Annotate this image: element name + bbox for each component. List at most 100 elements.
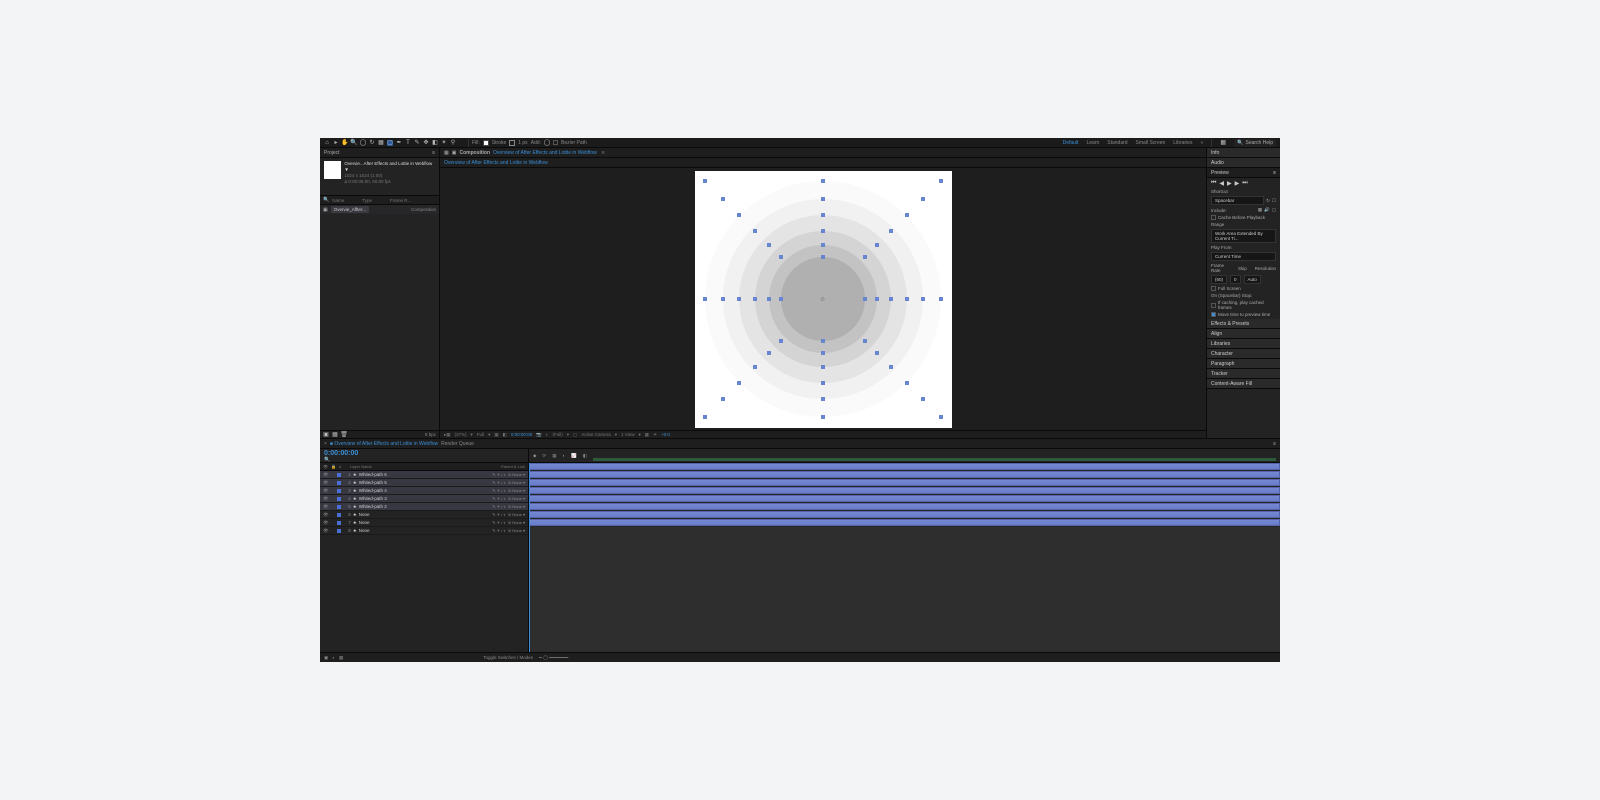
- comp-thumbnail[interactable]: [324, 161, 341, 179]
- libraries-panel-header[interactable]: Libraries: [1207, 339, 1280, 349]
- camera-dropdown[interactable]: Active Camera: [581, 432, 611, 437]
- timeline-menu-icon[interactable]: ≡: [1273, 441, 1276, 447]
- view-dropdown[interactable]: 1 View: [621, 432, 634, 437]
- layer-track[interactable]: [529, 487, 1280, 495]
- last-frame-icon[interactable]: ⏭: [1242, 180, 1247, 187]
- tl-footer-icon3[interactable]: ▦: [339, 655, 343, 661]
- col-fr[interactable]: Frame R...: [390, 198, 411, 203]
- exposure-icon[interactable]: ☀: [653, 432, 657, 438]
- include-overlay-icon[interactable]: ▢: [1272, 207, 1276, 213]
- layer-row[interactable]: 👁1★Whited-path 6✎ ✴ / ◐⊘ None ▾: [320, 471, 528, 479]
- layer-track[interactable]: [529, 519, 1280, 527]
- bit-depth[interactable]: 8 bpc: [425, 432, 436, 437]
- layer-row[interactable]: 👁3★Whited-path 4✎ ✴ / ◐⊘ None ▾: [320, 487, 528, 495]
- timeline-lock-icon[interactable]: ×: [324, 441, 327, 447]
- snapshot-icon[interactable]: 📷: [536, 432, 542, 438]
- workspace-standard[interactable]: Standard: [1107, 140, 1127, 146]
- res-dropdown[interactable]: Full: [477, 432, 484, 437]
- shortcut-dropdown[interactable]: Spacebar: [1211, 196, 1264, 205]
- layer-track[interactable]: [529, 463, 1280, 471]
- prev-frame-icon[interactable]: ◀: [1219, 180, 1224, 187]
- project-tab[interactable]: Project: [324, 150, 340, 156]
- eraser-tool-icon[interactable]: ◧: [432, 140, 438, 146]
- new-folder-icon[interactable]: ▣: [323, 432, 329, 438]
- frame-blend-icon[interactable]: ▦: [552, 453, 556, 459]
- trash-icon[interactable]: 🗑: [341, 432, 347, 438]
- pen-tool-icon[interactable]: ✒: [396, 140, 402, 146]
- tl-footer-icon1[interactable]: ▣: [324, 655, 328, 661]
- layer-row[interactable]: 👁4★Whited-path 3✎ ✴ / ◐⊘ None ▾: [320, 495, 528, 503]
- roto-tool-icon[interactable]: ✴: [441, 140, 447, 146]
- exposure-value[interactable]: +0.0: [661, 432, 670, 437]
- playhead[interactable]: [529, 463, 530, 652]
- comp-tab-name[interactable]: Overview of After Effects and Lottie in …: [493, 150, 597, 156]
- search-help[interactable]: 🔍 Search Help: [1234, 139, 1276, 147]
- stroke-width[interactable]: 1 px: [518, 140, 527, 146]
- layer-row[interactable]: 👁8★None✎ ✴ / ◐⊘ None ▾: [320, 527, 528, 535]
- puppet-tool-icon[interactable]: ⚲: [450, 140, 456, 146]
- orbit-tool-icon[interactable]: ◯: [360, 140, 366, 146]
- brush-tool-icon[interactable]: ✎: [414, 140, 420, 146]
- col-name[interactable]: Name: [332, 198, 344, 203]
- composition-viewer[interactable]: ⊕: [440, 168, 1206, 430]
- eye-header-icon[interactable]: 👁: [323, 464, 328, 469]
- workspace-libraries[interactable]: Libraries: [1173, 140, 1192, 146]
- graph-icon[interactable]: 📈: [571, 453, 577, 459]
- fill-swatch[interactable]: [483, 140, 489, 146]
- playfrom-dropdown[interactable]: Current Time: [1211, 252, 1276, 261]
- mute-icon[interactable]: ☐: [1272, 198, 1276, 204]
- include-video-icon[interactable]: ▦: [1258, 207, 1262, 213]
- layer-row[interactable]: 👁5★Whited-path 2✎ ✴ / ◐⊘ None ▾: [320, 503, 528, 511]
- workspace-small[interactable]: Small Screen: [1136, 140, 1166, 146]
- canvas[interactable]: ⊕: [695, 171, 952, 428]
- fullscreen-checkbox[interactable]: [1211, 286, 1216, 291]
- view-preset-icon[interactable]: ▦: [645, 432, 649, 438]
- info-panel-header[interactable]: Info: [1207, 148, 1280, 158]
- layer-track[interactable]: [529, 471, 1280, 479]
- movetime-checkbox[interactable]: [1211, 312, 1216, 317]
- clone-tool-icon[interactable]: ✥: [423, 140, 429, 146]
- layer-track[interactable]: [529, 479, 1280, 487]
- layer-row[interactable]: 👁7★None✎ ✴ / ◐⊘ None ▾: [320, 519, 528, 527]
- render-queue-tab[interactable]: Render Queue: [441, 441, 474, 447]
- skip-dropdown[interactable]: 0: [1230, 275, 1241, 284]
- motion-blur-icon[interactable]: ◐: [563, 453, 566, 458]
- audio-panel-header[interactable]: Audio: [1207, 158, 1280, 168]
- layer-row[interactable]: 👁6★None✎ ✴ / ◐⊘ None ▾: [320, 511, 528, 519]
- track-area[interactable]: [529, 463, 1280, 652]
- workspace-more-icon[interactable]: »: [1200, 140, 1203, 146]
- loop-icon[interactable]: ↻: [1266, 198, 1270, 204]
- mask-icon[interactable]: ◧: [503, 432, 507, 438]
- layer-track[interactable]: [529, 511, 1280, 519]
- shy-icon[interactable]: ⟳: [542, 453, 546, 459]
- timeline-tab[interactable]: ■ Overview of After Effects and Lottie i…: [330, 441, 438, 447]
- home-icon[interactable]: ⌂: [324, 140, 330, 146]
- workspace-learn[interactable]: Learn: [1086, 140, 1099, 146]
- preview-menu-icon[interactable]: ≡: [1273, 170, 1276, 176]
- comp-marker-icon[interactable]: ◆: [533, 453, 536, 459]
- new-comp-icon[interactable]: ▦: [332, 432, 338, 438]
- tracker-panel-header[interactable]: Tracker: [1207, 369, 1280, 379]
- zoom-level[interactable]: (37%): [455, 432, 467, 437]
- project-search-icon[interactable]: 🔍: [323, 197, 329, 203]
- cache-checkbox[interactable]: [1211, 215, 1216, 220]
- preview-panel-header[interactable]: Preview: [1211, 170, 1229, 176]
- grid-icon[interactable]: ▦: [494, 432, 498, 438]
- add-dropdown-icon[interactable]: ◯: [544, 140, 550, 146]
- framerate-dropdown[interactable]: (60): [1211, 275, 1227, 284]
- camera-tool-icon[interactable]: ▦: [378, 140, 384, 146]
- toggle-switches[interactable]: Toggle Switches / Modes: [483, 655, 533, 661]
- layer-row[interactable]: 👁2★Whited-path 5✎ ✴ / ◐⊘ None ▾: [320, 479, 528, 487]
- effects-panel-header[interactable]: Effects & Presets: [1207, 319, 1280, 329]
- bezier-checkbox[interactable]: [553, 140, 558, 145]
- lock-header-icon[interactable]: 🔒: [331, 464, 336, 469]
- viewer-full[interactable]: (Full): [552, 432, 562, 437]
- draft3d-icon[interactable]: ◧: [583, 453, 587, 459]
- selection-tool-icon[interactable]: ▸: [333, 140, 339, 146]
- range-dropdown[interactable]: Work Area Extended By Current Ti...: [1211, 229, 1276, 243]
- timecode[interactable]: 0:00:00:00: [324, 450, 524, 457]
- source-panel-icon[interactable]: ▣: [452, 150, 457, 156]
- cached-checkbox[interactable]: [1211, 303, 1216, 308]
- next-frame-icon[interactable]: ▶: [1235, 180, 1240, 187]
- channel-icon[interactable]: ◐: [546, 432, 549, 437]
